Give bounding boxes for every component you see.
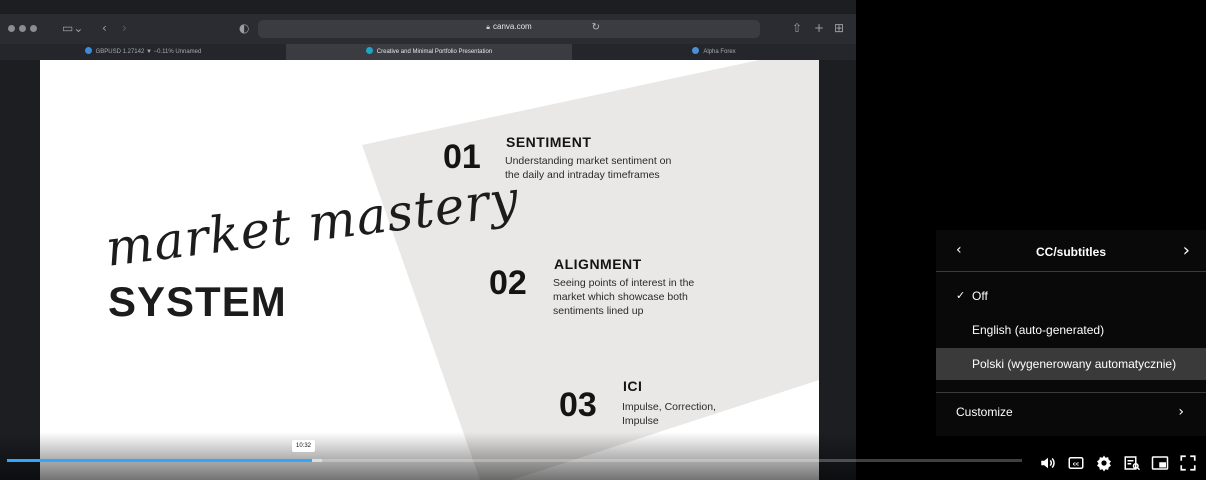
step-heading: ICI [623,378,643,394]
browser-tab-bar: GBPUSD 1.27142 ▼ −0.11% Unnamed Creative… [0,44,856,60]
tab-favicon-icon [84,47,92,54]
menu-divider [936,392,1206,393]
step-number: 01 [443,138,481,176]
step-description: Seeing points of interest in the market … [553,277,695,317]
subtitle-option-english[interactable]: English (auto-generated) [936,314,1206,346]
volume-icon[interactable] [1038,453,1058,473]
url-text: canva.com [493,22,532,31]
step-description: Understanding market sentiment on the da… [505,155,672,181]
step-description: Impulse, Correction, Impulse [622,401,716,427]
chevron-right-icon: › [1178,404,1184,420]
forward-chevron-icon[interactable]: › [1183,240,1190,261]
window-minimize-dot [19,25,26,32]
progress-played [7,459,312,462]
hover-time-tooltip: 10:32 [292,440,316,452]
player-controls: cc [1038,451,1198,475]
presentation-slide: market mastery SYSTEM 01 SENTIMENT Under… [40,60,819,480]
subtitle-option-off[interactable]: ✓ Off [936,280,1206,312]
pip-icon[interactable] [1150,453,1170,473]
browser-tab-active: Creative and Minimal Portfolio Presentat… [286,44,572,60]
subtitle-option-label: Polski (wygenerowany automatycznie) [972,357,1177,371]
progress-bar[interactable] [7,459,1022,462]
menu-header: ‹ CC/subtitles › [936,230,1206,272]
video-player[interactable]: ▭⌄ ‹ › ◐ 🔒︎ canva.com ↻ ⇧ + ⊞ GBPUSD 1.27… [0,0,1206,480]
browser-toolbar: ▭⌄ ‹ › ◐ 🔒︎ canva.com ↻ ⇧ + ⊞ [0,14,856,44]
step-number: 03 [559,386,597,424]
subtitles-icon[interactable]: cc [1066,453,1086,473]
svg-text:cc: cc [1073,462,1079,468]
forward-icon: › [122,21,127,35]
share-icon: ⇧ [792,21,803,35]
reload-icon: ↻ [591,22,600,33]
miniplayer-icon[interactable] [1122,453,1142,473]
slide-title: SYSTEM [108,278,287,325]
tab-overview-icon: ⊞ [834,21,845,35]
window-close-dot [8,25,15,32]
browser-tab: Alpha Forex [572,44,856,60]
sidebar-icon: ▭⌄ [62,21,84,35]
controls-gradient [0,432,1206,480]
settings-icon[interactable] [1094,453,1114,473]
subtitle-option-label: Off [972,289,988,303]
step-number: 02 [489,264,527,302]
tab-favicon-icon [692,47,700,54]
address-bar: 🔒︎ canva.com ↻ [258,20,760,38]
shield-icon: ◐ [239,21,250,35]
subtitles-menu: ‹ CC/subtitles › ✓ Off English (auto-gen… [936,230,1206,436]
customize-item[interactable]: Customize › [936,396,1206,428]
tab-favicon-icon [365,47,373,54]
back-icon: ‹ [102,21,107,35]
subtitle-option-polski[interactable]: Polski (wygenerowany automatycznie) [936,348,1206,380]
customize-label: Customize [956,405,1013,419]
step-heading: SENTIMENT [506,134,592,150]
new-tab-icon: + [814,21,825,35]
subtitle-option-label: English (auto-generated) [972,323,1105,337]
menu-title: CC/subtitles [1035,245,1106,259]
check-icon: ✓ [956,289,966,302]
lock-icon: 🔒︎ [486,24,491,31]
browser-tab: GBPUSD 1.27142 ▼ −0.11% Unnamed [0,44,286,60]
fullscreen-icon[interactable] [1178,453,1198,473]
window-zoom-dot [30,25,37,32]
step-heading: ALIGNMENT [554,256,642,272]
